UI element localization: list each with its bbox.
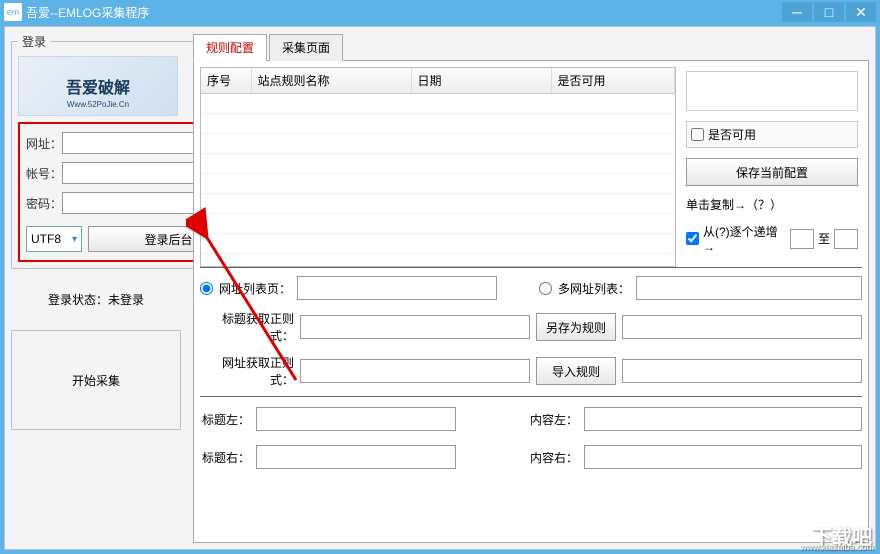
table-row[interactable]: [201, 94, 675, 114]
title-left-input[interactable]: [256, 407, 456, 431]
increment-from-input[interactable]: [790, 229, 814, 249]
increment-checkbox[interactable]: [686, 232, 699, 245]
enable-checkbox[interactable]: 是否可用: [686, 121, 858, 148]
close-button[interactable]: ✕: [846, 2, 876, 22]
col-date[interactable]: 日期: [411, 68, 551, 94]
increment-to-input[interactable]: [834, 229, 858, 249]
copy-hint: 单击复制→（？）: [686, 196, 858, 213]
table-row[interactable]: [201, 214, 675, 234]
app-icon: em: [4, 3, 22, 21]
table-row[interactable]: [201, 174, 675, 194]
content-left-input[interactable]: [584, 407, 862, 431]
table-row[interactable]: [201, 134, 675, 154]
client-area: 登录 吾爱破解 Www.52PoJie.Cn 网址： 帐号： 密码：: [4, 26, 876, 550]
source-url: www.xiazaiba.com: [800, 542, 874, 552]
multi-url-list-radio[interactable]: [539, 282, 552, 295]
right-panel: 是否可用 保存当前配置 单击复制→（？） 从(?)逐个递增 → 至: [682, 67, 862, 267]
login-status: 登录状态：未登录: [11, 277, 181, 322]
table-row[interactable]: [201, 234, 675, 254]
title-right-input[interactable]: [256, 445, 456, 469]
rules-table[interactable]: 序号 站点规则名称 日期 是否可用: [200, 67, 676, 267]
col-enabled[interactable]: 是否可用: [551, 68, 675, 94]
multi-url-list-input[interactable]: [636, 276, 862, 300]
titlebar: em 吾爱--EMLOG采集程序 ─ □ ✕: [0, 0, 880, 24]
chevron-down-icon: ▾: [72, 234, 77, 245]
table-row[interactable]: [201, 114, 675, 134]
tab-bar: 规则配置 采集页面: [193, 33, 869, 61]
extra-input-2[interactable]: [622, 359, 862, 383]
account-label: 帐号：: [26, 165, 62, 182]
url-label: 网址：: [26, 135, 62, 152]
import-rule-button[interactable]: 导入规则: [536, 357, 616, 385]
content-right-input[interactable]: [584, 445, 862, 469]
login-legend: 登录: [18, 33, 50, 50]
extra-input-1[interactable]: [622, 315, 862, 339]
boundary-section: 标题左： 内容左： 标题右： 内容右：: [200, 397, 862, 479]
maximize-button[interactable]: □: [814, 2, 844, 22]
app-title: 吾爱--EMLOG采集程序: [26, 4, 780, 21]
title-regex-input[interactable]: [300, 315, 530, 339]
url-list-page-radio[interactable]: [200, 282, 213, 295]
col-index[interactable]: 序号: [201, 68, 251, 94]
sidebar: 登录 吾爱破解 Www.52PoJie.Cn 网址： 帐号： 密码：: [5, 27, 187, 549]
app-window: em 吾爱--EMLOG采集程序 ─ □ ✕ 登录 吾爱破解 Www.52PoJ…: [0, 0, 880, 554]
minimize-button[interactable]: ─: [782, 2, 812, 22]
encoding-combo[interactable]: UTF8 ▾: [26, 226, 82, 252]
col-rule-name[interactable]: 站点规则名称: [251, 68, 411, 94]
table-row[interactable]: [201, 154, 675, 174]
tab-body: 序号 站点规则名称 日期 是否可用: [193, 61, 869, 543]
logo-image: 吾爱破解 Www.52PoJie.Cn: [18, 56, 178, 116]
tab-collect-page[interactable]: 采集页面: [269, 34, 343, 61]
save-as-rule-button[interactable]: 另存为规则: [536, 313, 616, 341]
start-collect-button[interactable]: 开始采集: [11, 330, 181, 430]
url-regex-input[interactable]: [300, 359, 530, 383]
url-config-section: 网址列表页： 多网址列表： 标题获取正则式： 另存为规则 网: [200, 267, 862, 397]
save-config-button[interactable]: 保存当前配置: [686, 158, 858, 186]
preview-box: [686, 71, 858, 111]
main-area: 规则配置 采集页面 序号 站点规则名称 日期 是否可用: [187, 27, 875, 549]
tab-rule-config[interactable]: 规则配置: [193, 34, 267, 61]
url-list-page-input[interactable]: [297, 276, 497, 300]
table-row[interactable]: [201, 194, 675, 214]
password-label: 密码：: [26, 195, 62, 212]
